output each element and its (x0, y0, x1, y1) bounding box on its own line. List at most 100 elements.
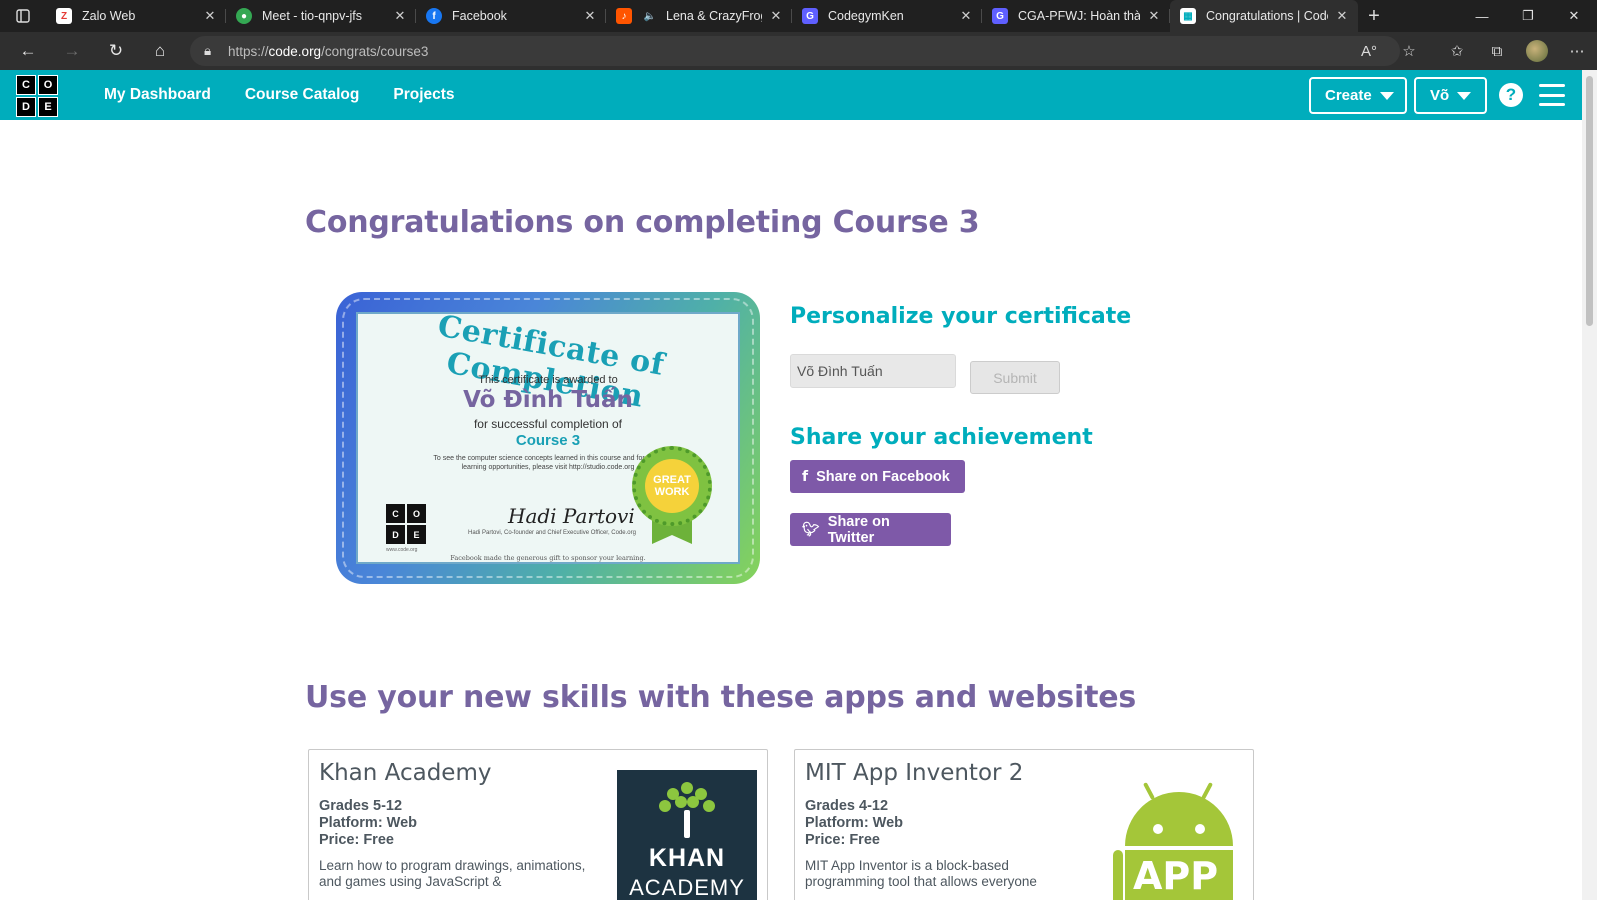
page-title: Congratulations on completing Course 3 (305, 205, 980, 240)
certificate-signer: Hadi Partovi, Co-founder and Chief Execu… (468, 530, 636, 536)
browser-tab[interactable]: Z Zalo Web ✕ (46, 0, 226, 32)
window-controls: — ❐ ✕ (1459, 0, 1597, 32)
submit-button[interactable]: Submit (970, 361, 1060, 394)
add-favorite-icon[interactable]: ☆ (1389, 32, 1429, 70)
app-card-grades: Grades 4-12 (805, 798, 889, 814)
logo-letter: C (16, 75, 36, 95)
forward-arrow-icon[interactable]: → (50, 32, 94, 70)
tab-title: Facebook (452, 9, 507, 23)
chevron-down-icon (1457, 91, 1472, 100)
codegym-favicon-icon: G (992, 8, 1008, 24)
app-card-price: Price: Free (805, 832, 880, 848)
facebook-icon: f (802, 468, 809, 485)
user-label: Võ (1430, 87, 1450, 104)
android-app-inventor-logo[interactable]: APP (1113, 782, 1243, 900)
url-path: /congrats/course3 (321, 43, 429, 59)
codegym-favicon-icon: G (802, 8, 818, 24)
app-card-title[interactable]: Khan Academy (319, 760, 491, 786)
apps-heading: Use your new skills with these apps and … (305, 680, 1137, 715)
user-dropdown-button[interactable]: Võ (1414, 77, 1487, 114)
create-dropdown-button[interactable]: Create (1309, 77, 1407, 114)
restore-icon[interactable]: ❐ (1505, 0, 1551, 32)
logo-letter: D (386, 525, 405, 544)
lock-icon[interactable]: 🔒︎ (204, 43, 228, 59)
app-logo-text: APP (1133, 854, 1219, 898)
page-scrollbar[interactable] (1582, 70, 1597, 900)
close-window-icon[interactable]: ✕ (1551, 0, 1597, 32)
chevron-down-icon (1379, 91, 1394, 100)
browser-tab[interactable]: f Facebook ✕ (416, 0, 606, 32)
share-facebook-label: Share on Facebook (816, 468, 950, 485)
tab-close-icon[interactable]: ✕ (1146, 8, 1162, 24)
facebook-favicon-icon: f (426, 8, 442, 24)
app-card-description: MIT App Inventor is a block-based progra… (805, 858, 1037, 889)
more-menu-icon[interactable]: ⋯ (1557, 32, 1597, 70)
khan-academy-logo[interactable]: KHAN ACADEMY (617, 770, 757, 900)
collections-icon[interactable]: ⧉ (1477, 32, 1517, 70)
home-icon[interactable]: ⌂ (138, 32, 182, 70)
browser-tab[interactable]: ● Meet - tio-qnpv-jfs ✕ (226, 0, 416, 32)
address-bar[interactable]: 🔒︎ https://code.org/congrats/course3 (190, 36, 1400, 66)
logo-letter: D (16, 97, 36, 117)
hamburger-menu-icon[interactable] (1539, 84, 1565, 106)
web-page: C O D E My Dashboard Course Catalog Proj… (0, 70, 1582, 900)
tab-actions-button[interactable] (0, 0, 46, 32)
tab-title: CodegymKen (828, 9, 904, 23)
certificate-name-input[interactable] (790, 354, 956, 388)
tab-close-icon[interactable]: ✕ (392, 8, 408, 24)
speaker-icon[interactable]: 🔈 (642, 8, 658, 24)
browser-tab[interactable]: ♪ 🔈 Lena & CrazyFrog ✕ (606, 0, 792, 32)
tab-actions-icon (16, 9, 30, 23)
app-card-title[interactable]: MIT App Inventor 2 (805, 760, 1023, 786)
logo-letter: C (386, 504, 405, 523)
nav-course-catalog[interactable]: Course Catalog (245, 86, 360, 104)
code-org-logo[interactable]: C O D E (16, 75, 58, 117)
browser-tab[interactable]: G CodegymKen ✕ (792, 0, 982, 32)
personalize-heading: Personalize your certificate (790, 304, 1132, 329)
refresh-icon[interactable]: ↻ (94, 32, 138, 70)
certificate-name: Võ Đình Tuấn (463, 387, 633, 413)
read-aloud-icon[interactable]: A° (1349, 32, 1389, 70)
new-tab-button[interactable]: + (1358, 0, 1390, 32)
logo-letter: O (38, 75, 58, 95)
logo-letter: E (38, 97, 58, 117)
certificate-for: for successful completion of (473, 417, 623, 431)
certificate-image: Certificate of Completion This certifica… (336, 292, 760, 584)
khan-logo-text: KHAN (648, 844, 726, 872)
tab-close-icon[interactable]: ✕ (1334, 8, 1350, 24)
meet-favicon-icon: ● (236, 8, 252, 24)
tab-close-icon[interactable]: ✕ (582, 8, 598, 24)
zalo-favicon-icon: Z (56, 8, 72, 24)
tab-title: CGA-PFWJ: Hoàn thành (1018, 9, 1140, 23)
tab-title: Lena & CrazyFrog (666, 9, 762, 23)
tab-title: Meet - tio-qnpv-jfs (262, 9, 363, 23)
back-arrow-icon[interactable]: ← (6, 32, 50, 70)
app-card-price: Price: Free (319, 832, 394, 848)
share-twitter-button[interactable]: 🐦︎ Share on Twitter (790, 513, 951, 546)
logo-letter: O (407, 504, 426, 523)
nav-my-dashboard[interactable]: My Dashboard (104, 86, 211, 104)
certificate-footer: Facebook made the generous gift to spons… (450, 554, 646, 562)
browser-toolbar: ← → ↻ ⌂ 🔒︎ https://code.org/congrats/cou… (0, 32, 1597, 70)
certificate-logo-url: www.code.org (386, 547, 418, 553)
scrollbar-thumb[interactable] (1586, 76, 1593, 326)
browser-tab[interactable]: G CGA-PFWJ: Hoàn thành ✕ (982, 0, 1170, 32)
url-host: code.org (268, 43, 322, 59)
certificate-code-logo: C O D E (386, 504, 426, 544)
app-card-khan-academy[interactable]: Khan Academy Grades 5-12 Platform: Web P… (308, 749, 768, 900)
tab-close-icon[interactable]: ✕ (768, 8, 784, 24)
share-facebook-button[interactable]: f Share on Facebook (790, 460, 965, 493)
logo-letter: E (407, 525, 426, 544)
share-heading: Share your achievement (790, 425, 1093, 450)
browser-tab-active[interactable]: ▦ Congratulations | Code. ✕ (1170, 0, 1358, 32)
app-card-mit-app-inventor[interactable]: MIT App Inventor 2 Grades 4-12 Platform:… (794, 749, 1254, 900)
share-twitter-label: Share on Twitter (827, 513, 890, 546)
favorites-icon[interactable]: ✩ (1437, 32, 1477, 70)
minimize-icon[interactable]: — (1459, 0, 1505, 32)
nav-projects[interactable]: Projects (393, 86, 454, 104)
profile-avatar[interactable] (1517, 32, 1557, 70)
tab-close-icon[interactable]: ✕ (202, 8, 218, 24)
help-icon[interactable]: ? (1499, 83, 1523, 107)
app-card-grades: Grades 5-12 (319, 798, 403, 814)
tab-close-icon[interactable]: ✕ (958, 8, 974, 24)
